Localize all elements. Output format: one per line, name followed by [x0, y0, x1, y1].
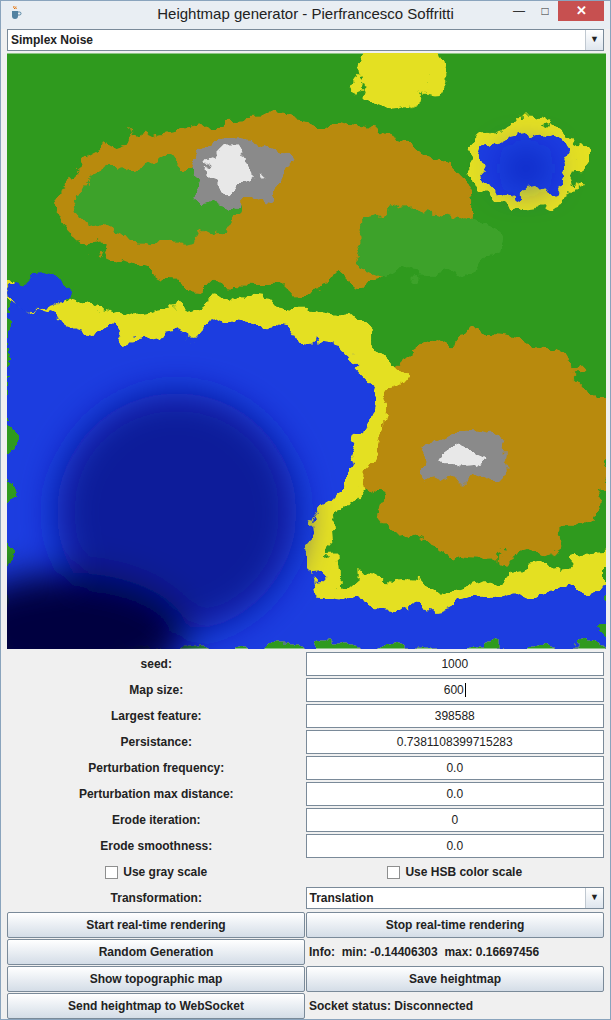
field-row: Erode iteration: 0	[7, 807, 604, 833]
checkbox[interactable]: Use HSB color scale	[306, 859, 605, 885]
field-input[interactable]: 0.0	[306, 756, 605, 780]
checkbox[interactable]: Use gray scale	[7, 859, 306, 885]
action-row: Show topographic mapSave heightmap	[7, 966, 604, 992]
field-value: 600	[444, 681, 464, 699]
content-pane: Simplex Noise▼	[1, 29, 610, 1019]
checkbox-label: Use HSB color scale	[405, 863, 522, 881]
action-row: Random GenerationInfo: min: -0.14406303 …	[7, 939, 604, 965]
action-button[interactable]: Save heightmap	[306, 966, 604, 992]
action-button[interactable]: Start real-time rendering	[7, 912, 305, 938]
status-label: Info: min: -0.14406303 max: 0.16697456	[306, 939, 604, 965]
checkbox-box[interactable]	[387, 866, 400, 879]
field-label: Perturbation max distance:	[7, 781, 306, 807]
generator-dropdown[interactable]: Simplex Noise▼	[7, 29, 604, 51]
action-button[interactable]: Send heightmap to WebSocket	[7, 993, 305, 1019]
field-value: 398588	[435, 707, 475, 725]
field-input[interactable]: 0.0	[306, 782, 605, 806]
field-label: Erode iteration:	[7, 807, 306, 833]
field-value: 0.7381108399715283	[397, 733, 513, 751]
field-input[interactable]: 0.0	[306, 834, 605, 858]
transformation-dropdown-value: Translation	[307, 889, 586, 907]
checkbox-label: Use gray scale	[123, 863, 207, 881]
field-input[interactable]: 398588	[306, 704, 605, 728]
field-row: Perturbation frequency: 0.0	[7, 755, 604, 781]
maximize-button[interactable]: □	[532, 1, 558, 21]
field-input[interactable]: 1000	[306, 652, 605, 676]
field-row: Persistance: 0.7381108399715283	[7, 729, 604, 755]
close-button[interactable]: ✕	[558, 1, 604, 21]
action-row: Start real-time renderingStop real-time …	[7, 912, 604, 938]
minimize-button[interactable]: —	[506, 1, 532, 21]
field-row: Largest feature: 398588	[7, 703, 604, 729]
app-window: Heightmap generator - Pierfrancesco Soff…	[0, 0, 611, 1020]
generator-dropdown-value: Simplex Noise	[8, 31, 585, 49]
field-value: 0	[451, 811, 458, 829]
transformation-wrap: Translation▼	[306, 885, 605, 911]
action-button[interactable]: Stop real-time rendering	[306, 912, 604, 938]
field-label: Erode smoothness:	[7, 833, 306, 859]
text-caret	[465, 683, 466, 697]
field-input[interactable]: 600	[306, 678, 605, 702]
heightmap-image	[7, 53, 606, 649]
transformation-dropdown[interactable]: Translation▼	[306, 887, 605, 909]
field-value: 0.0	[446, 759, 463, 777]
dropdown-arrow-icon[interactable]: ▼	[585, 30, 603, 50]
field-label: Persistance:	[7, 729, 306, 755]
field-row: Erode smoothness: 0.0	[7, 833, 604, 859]
transformation-label: Transformation:	[7, 885, 306, 911]
field-label: Perturbation frequency:	[7, 755, 306, 781]
window-title: Heightmap generator - Pierfrancesco Soff…	[157, 3, 454, 26]
action-button[interactable]: Show topographic map	[7, 966, 305, 992]
field-value: 1000	[441, 655, 468, 673]
field-value: 0.0	[446, 837, 463, 855]
field-label: Map size:	[7, 677, 306, 703]
field-input[interactable]: 0.7381108399715283	[306, 730, 605, 754]
field-label: seed:	[7, 651, 306, 677]
field-row: Map size: 600	[7, 677, 604, 703]
java-icon	[7, 5, 23, 21]
dropdown-arrow-icon[interactable]: ▼	[585, 888, 603, 908]
field-row: seed: 1000	[7, 651, 604, 677]
title-bar: Heightmap generator - Pierfrancesco Soff…	[1, 1, 610, 29]
action-row: Send heightmap to WebSocketSocket status…	[7, 993, 604, 1019]
checkbox-box[interactable]	[105, 866, 118, 879]
field-input[interactable]: 0	[306, 808, 605, 832]
action-button[interactable]: Random Generation	[7, 939, 305, 965]
field-value: 0.0	[446, 785, 463, 803]
status-label: Socket status: Disconnected	[306, 993, 604, 1019]
field-label: Largest feature:	[7, 703, 306, 729]
field-row: Perturbation max distance: 0.0	[7, 781, 604, 807]
